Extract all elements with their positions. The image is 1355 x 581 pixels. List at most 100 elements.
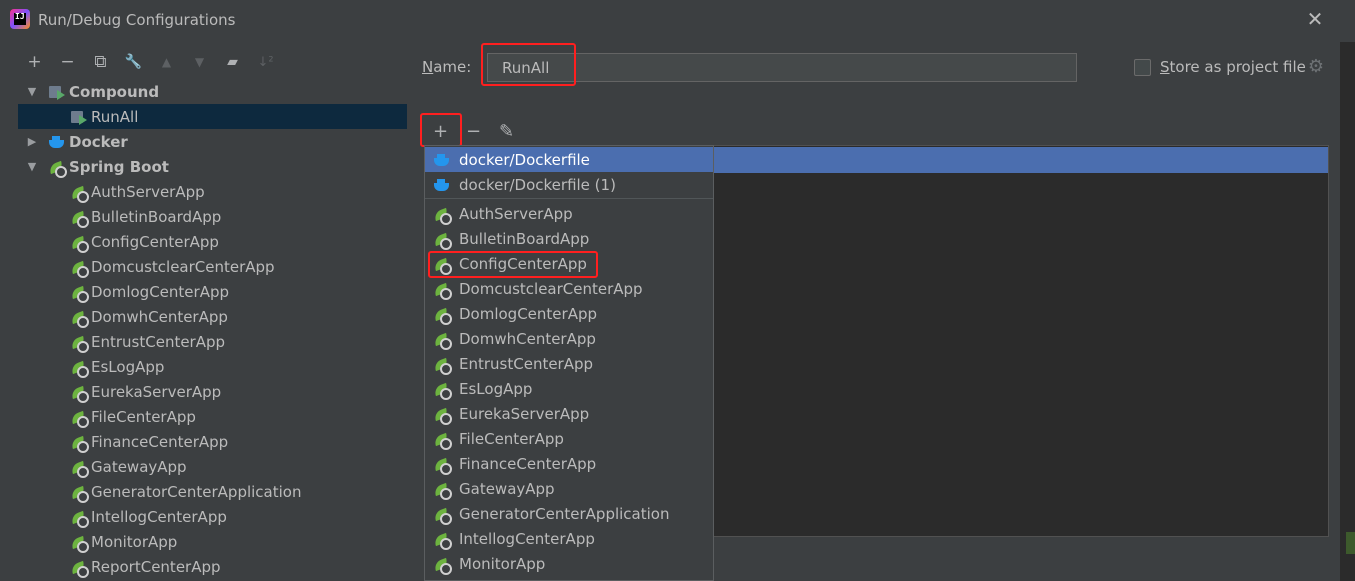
close-icon[interactable]: ✕ [1306, 9, 1324, 29]
tree-item-spring-app[interactable]: ConfigCenterApp [18, 229, 407, 254]
popup-item-spring-app[interactable]: EntrustCenterApp [425, 351, 713, 376]
spring-boot-icon [433, 381, 452, 400]
tree-item-spring-app[interactable]: DomlogCenterApp [18, 279, 407, 304]
tree-item-label: EurekaServerApp [91, 382, 222, 401]
popup-item-label: FileCenterApp [459, 429, 564, 448]
add-configuration-button[interactable]: + [18, 50, 51, 74]
popup-item-spring-app[interactable]: FinanceCenterApp [425, 451, 713, 476]
tree-item-label: EsLogApp [91, 357, 165, 376]
copy-configuration-button[interactable]: ⧉ [84, 50, 117, 74]
chevron-down-icon[interactable]: ▼ [26, 85, 38, 98]
spring-boot-icon [70, 434, 89, 453]
compound-icon [48, 84, 66, 100]
tree-item-runall[interactable]: RunAll [18, 104, 407, 129]
popup-item-spring-app[interactable]: FileCenterApp [425, 426, 713, 451]
tree-item-label: AuthServerApp [91, 182, 205, 201]
tree-item-spring-app[interactable]: FinanceCenterApp [18, 429, 407, 454]
spring-boot-icon [433, 431, 452, 450]
remove-configuration-button[interactable]: − [51, 50, 84, 74]
spring-boot-icon [70, 209, 89, 228]
tree-item-spring-app[interactable]: FileCenterApp [18, 404, 407, 429]
popup-item-spring-app[interactable]: MonitorApp [425, 551, 713, 576]
configurations-tree: ▼ Compound RunAll ▶ Docker ▼ Spring Boot… [18, 79, 407, 581]
move-into-folder-button[interactable]: ▰ [216, 50, 249, 74]
tree-item-spring-app[interactable]: GatewayApp [18, 454, 407, 479]
tree-item-spring-app[interactable]: EntrustCenterApp [18, 329, 407, 354]
tree-item-spring-app[interactable]: IntellogCenterApp [18, 504, 407, 529]
tree-item-spring-app[interactable]: BulletinBoardApp [18, 204, 407, 229]
popup-item-spring-app[interactable]: DomcustclearCenterApp [425, 276, 713, 301]
tree-item-spring-app[interactable]: MonitorApp [18, 529, 407, 554]
tree-item-label: IntellogCenterApp [91, 507, 227, 526]
spring-boot-icon [433, 531, 452, 550]
intellij-logo-icon: IJ [10, 9, 30, 29]
tree-group-docker[interactable]: ▶ Docker [18, 129, 407, 154]
popup-item-docker[interactable]: docker/Dockerfile (1) [425, 172, 713, 197]
spring-boot-icon [433, 356, 452, 375]
tree-item-label: BulletinBoardApp [91, 207, 222, 226]
tree-item-spring-app[interactable]: DomwhCenterApp [18, 304, 407, 329]
popup-item-spring-app[interactable]: EurekaServerApp [425, 401, 713, 426]
tree-item-spring-app[interactable]: GeneratorCenterApplication [18, 479, 407, 504]
tree-item-label: DomwhCenterApp [91, 307, 228, 326]
name-input[interactable] [487, 53, 1077, 82]
tree-item-label: GatewayApp [91, 457, 187, 476]
spring-boot-icon [70, 334, 89, 353]
move-down-button[interactable]: ▼ [183, 50, 216, 74]
popup-item-spring-app[interactable]: DomlogCenterApp [425, 301, 713, 326]
popup-item-label: GatewayApp [459, 479, 555, 498]
tree-item-spring-app[interactable]: DomcustclearCenterApp [18, 254, 407, 279]
popup-item-spring-app[interactable]: AuthServerApp [425, 201, 713, 226]
popup-item-label: AuthServerApp [459, 204, 573, 223]
popup-item-label: MonitorApp [459, 554, 546, 573]
spring-boot-icon [70, 559, 89, 578]
spring-boot-icon [70, 234, 89, 253]
edit-defaults-wrench-button[interactable]: 🔧 [117, 50, 150, 74]
compound-toolbar: + − ✎ [424, 118, 523, 144]
tree-item-label: ConfigCenterApp [91, 232, 219, 251]
remove-run-configuration-button[interactable]: − [457, 118, 490, 144]
store-as-project-file-checkbox[interactable] [1134, 59, 1151, 76]
sort-configurations-button[interactable]: ↓² [249, 50, 282, 74]
chevron-down-icon[interactable]: ▼ [26, 160, 38, 173]
spring-boot-icon [433, 256, 452, 275]
tree-item-label: GeneratorCenterApplication [91, 482, 302, 501]
tree-item-spring-app[interactable]: ReportCenterApp [18, 554, 407, 579]
store-as-project-file-label[interactable]: Store as project file [1160, 58, 1306, 76]
tree-group-compound[interactable]: ▼ Compound [18, 79, 407, 104]
spring-boot-icon [70, 184, 89, 203]
popup-item-spring-app[interactable]: GatewayApp [425, 476, 713, 501]
tree-group-label: Docker [69, 132, 128, 151]
edit-run-configuration-button[interactable]: ✎ [490, 118, 523, 144]
spring-boot-icon [433, 406, 452, 425]
tree-item-spring-app[interactable]: AuthServerApp [18, 179, 407, 204]
tree-item-spring-app[interactable]: EsLogApp [18, 354, 407, 379]
spring-boot-icon [433, 456, 452, 475]
popup-item-spring-app[interactable]: IntellogCenterApp [425, 526, 713, 551]
tree-item-label: DomlogCenterApp [91, 282, 229, 301]
window-title: Run/Debug Configurations [38, 11, 236, 29]
gear-icon[interactable]: ⚙ [1306, 57, 1326, 77]
popup-item-spring-app[interactable]: EsLogApp [425, 376, 713, 401]
chevron-right-icon[interactable]: ▶ [26, 135, 38, 148]
popup-item-spring-app[interactable]: BulletinBoardApp [425, 226, 713, 251]
tree-group-label: Spring Boot [69, 157, 169, 176]
tree-group-spring-boot[interactable]: ▼ Spring Boot [18, 154, 407, 179]
popup-item-label: EntrustCenterApp [459, 354, 594, 373]
tree-item-spring-app[interactable]: EurekaServerApp [18, 379, 407, 404]
popup-item-label: IntellogCenterApp [459, 529, 595, 548]
title-bar: IJ Run/Debug Configurations ✕ [0, 0, 1355, 42]
move-up-button[interactable]: ▲ [150, 50, 183, 74]
add-run-configuration-button[interactable]: + [424, 118, 457, 144]
spring-boot-icon [433, 331, 452, 350]
spring-boot-icon [433, 206, 452, 225]
tree-item-label: EntrustCenterApp [91, 332, 226, 351]
spring-boot-icon [433, 306, 452, 325]
popup-item-spring-app[interactable]: ConfigCenterApp [425, 251, 713, 276]
spring-boot-icon [70, 509, 89, 528]
popup-item-docker[interactable]: docker/Dockerfile [425, 147, 713, 172]
popup-item-spring-app[interactable]: GeneratorCenterApplication [425, 501, 713, 526]
popup-item-spring-app[interactable]: DomwhCenterApp [425, 326, 713, 351]
list-selection-highlight [713, 147, 1328, 173]
popup-item-label: ConfigCenterApp [459, 254, 587, 273]
